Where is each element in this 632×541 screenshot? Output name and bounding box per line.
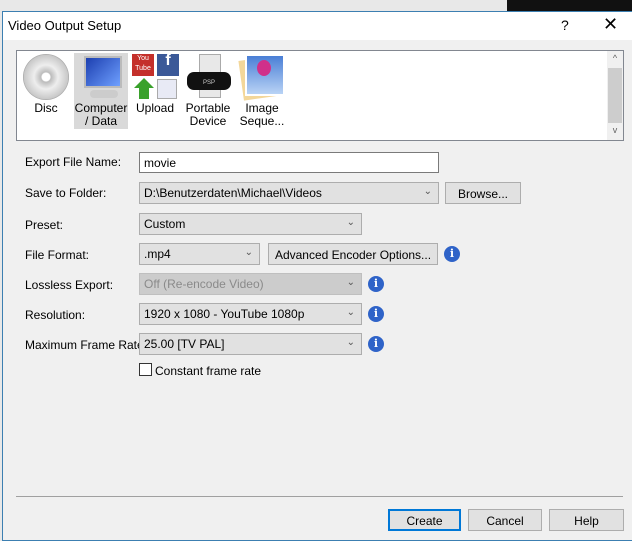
cancel-button[interactable]: Cancel xyxy=(468,509,542,531)
format-select[interactable]: .mp4 ⌄ xyxy=(139,243,260,265)
constant-frame-rate-label[interactable]: Constant frame rate xyxy=(155,364,261,378)
target-list-scrollbar[interactable]: ^ v xyxy=(607,51,623,140)
chevron-down-icon: ⌄ xyxy=(346,337,355,348)
lossless-select: Off (Re-encode Video) ⌄ xyxy=(139,273,362,295)
lossless-label: Lossless Export: xyxy=(25,278,114,292)
chevron-down-icon: ⌄ xyxy=(244,247,253,258)
help-button[interactable]: Help xyxy=(549,509,624,531)
upload-icon: You Tube f xyxy=(132,53,179,100)
close-icon[interactable]: ✕ xyxy=(603,14,618,35)
window-title: Video Output Setup xyxy=(8,18,122,33)
framerate-value: 25.00 [TV PAL] xyxy=(144,337,225,351)
info-icon[interactable]: i xyxy=(444,246,460,262)
preset-select[interactable]: Custom ⌄ xyxy=(139,213,362,235)
target-label: Computer / Data xyxy=(74,101,128,128)
title-bar: Video Output Setup ? ✕ xyxy=(3,12,632,40)
target-label: Upload xyxy=(135,101,175,115)
format-value: .mp4 xyxy=(144,247,171,261)
constant-frame-rate-checkbox[interactable] xyxy=(139,363,152,376)
chevron-down-icon: ⌄ xyxy=(346,217,355,228)
folder-value: D:\Benutzerdaten\Michael\Videos xyxy=(144,186,322,200)
preset-label: Preset: xyxy=(25,218,64,232)
create-button[interactable]: Create xyxy=(388,509,461,531)
info-icon[interactable]: i xyxy=(368,306,384,322)
portable-device-icon: PSP xyxy=(185,54,231,100)
format-label: File Format: xyxy=(25,248,90,262)
target-label: Portable Device xyxy=(185,101,231,128)
info-icon[interactable]: i xyxy=(368,276,384,292)
help-icon[interactable]: ? xyxy=(561,17,569,33)
info-icon[interactable]: i xyxy=(368,336,384,352)
computer-icon xyxy=(78,54,124,100)
folder-select[interactable]: D:\Benutzerdaten\Michael\Videos ⌄ xyxy=(139,182,439,204)
target-upload[interactable]: You Tube f Upload xyxy=(128,53,182,129)
export-name-label: Export File Name: xyxy=(25,155,122,169)
resolution-select[interactable]: 1920 x 1080 - YouTube 1080p ⌄ xyxy=(139,303,362,325)
target-label: Disc xyxy=(34,101,58,115)
advanced-encoder-options-button[interactable]: Advanced Encoder Options... xyxy=(268,243,438,265)
export-name-input[interactable]: movie xyxy=(139,152,439,173)
chevron-down-icon: ⌄ xyxy=(346,277,355,288)
lossless-value: Off (Re-encode Video) xyxy=(144,277,264,291)
resolution-value: 1920 x 1080 - YouTube 1080p xyxy=(144,307,305,321)
resolution-label: Resolution: xyxy=(25,308,86,322)
output-target-list: Disc Computer / Data You Tube f Upload PS… xyxy=(16,50,624,141)
scroll-up-icon[interactable]: ^ xyxy=(607,53,623,63)
framerate-label: Maximum Frame Rate: xyxy=(25,338,148,352)
target-label: Image Seque... xyxy=(239,101,285,128)
target-portable-device[interactable]: PSP Portable Device xyxy=(181,53,235,129)
target-image-sequence[interactable]: Image Seque... xyxy=(235,53,289,129)
target-computer[interactable]: Computer / Data xyxy=(74,53,128,129)
target-disc[interactable]: Disc xyxy=(19,53,73,129)
folder-label: Save to Folder: xyxy=(25,186,107,200)
disc-icon xyxy=(23,54,69,100)
scroll-thumb[interactable] xyxy=(608,68,622,123)
chevron-down-icon: ⌄ xyxy=(423,186,432,197)
video-output-setup-dialog: Video Output Setup ? ✕ Disc Computer / D… xyxy=(2,11,632,541)
image-sequence-icon xyxy=(238,54,285,101)
framerate-select[interactable]: 25.00 [TV PAL] ⌄ xyxy=(139,333,362,355)
scroll-down-icon[interactable]: v xyxy=(607,125,623,135)
footer-divider xyxy=(16,496,623,497)
chevron-down-icon: ⌄ xyxy=(346,307,355,318)
browse-button[interactable]: Browse... xyxy=(445,182,521,204)
preset-value: Custom xyxy=(144,217,186,231)
